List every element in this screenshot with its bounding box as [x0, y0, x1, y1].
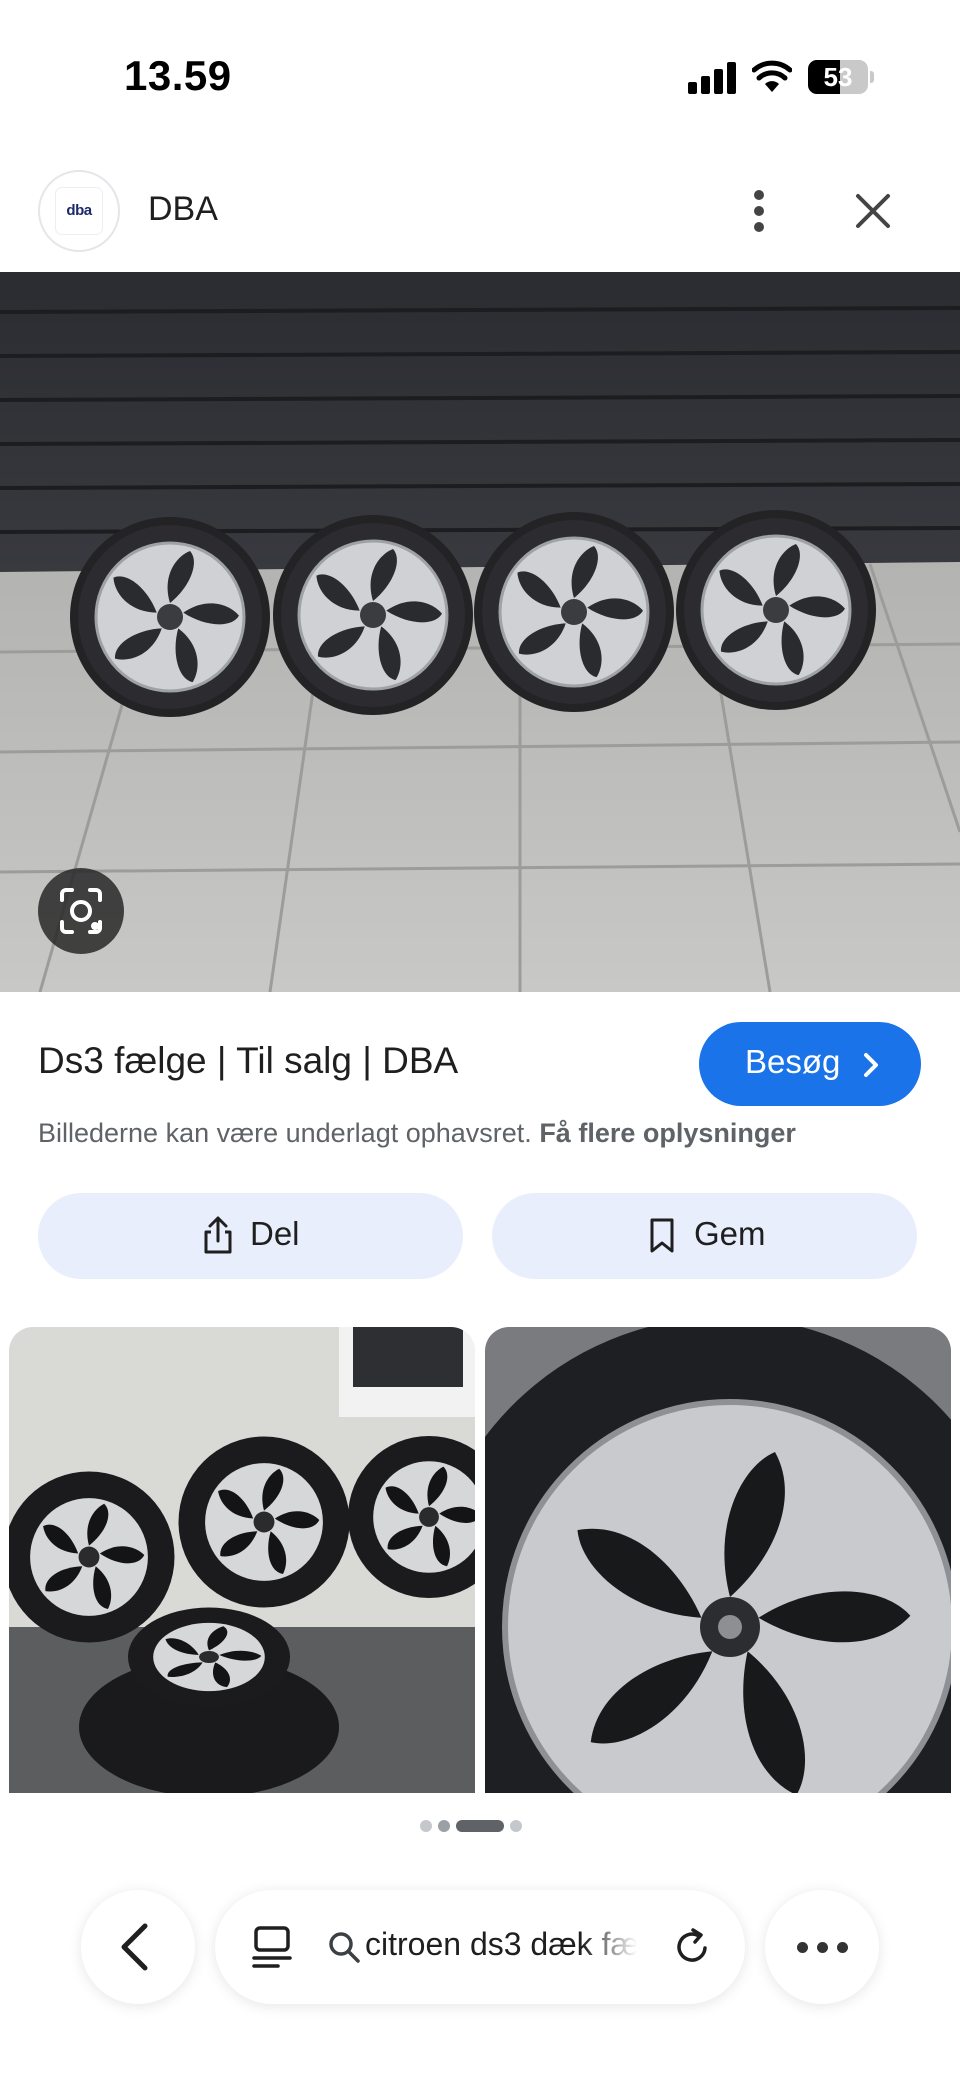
more-info-link[interactable]: Få flere oplysninger	[539, 1118, 796, 1148]
copyright-notice: Billederne kan være underlagt ophavsret.…	[38, 1118, 796, 1149]
camera-lens-icon	[60, 888, 102, 934]
chevron-left-icon	[121, 1923, 148, 1971]
close-icon[interactable]	[850, 188, 896, 234]
menu-button[interactable]	[765, 1890, 879, 2004]
bottom-toolbar: citroen ds3 dæk fælge	[0, 1890, 960, 2010]
save-button[interactable]: Gem	[492, 1193, 917, 1279]
main-image[interactable]	[0, 272, 960, 992]
related-wheel-closeup-photo	[485, 1327, 951, 1793]
reload-icon[interactable]	[671, 1926, 713, 1968]
pager-dot-active	[456, 1820, 504, 1832]
tabs-icon	[252, 1926, 292, 1968]
related-image[interactable]	[9, 1327, 475, 1793]
save-label: Gem	[694, 1215, 766, 1252]
back-button[interactable]	[81, 1890, 195, 2004]
search-icon	[329, 1932, 360, 1963]
carousel-pager	[420, 1814, 540, 1834]
battery-level: 53	[823, 62, 853, 92]
visit-button[interactable]: Besøg	[699, 1022, 921, 1106]
wifi-icon	[752, 60, 792, 92]
related-wheels-photo	[9, 1327, 475, 1793]
chevron-right-icon	[864, 1053, 878, 1077]
wheels-photo	[0, 272, 960, 992]
related-image[interactable]	[485, 1327, 951, 1793]
result-header: dba DBA	[0, 160, 960, 270]
more-horizontal-icon	[797, 1942, 808, 1953]
site-logo[interactable]: dba	[38, 170, 120, 252]
copyright-text: Billederne kan være underlagt ophavsret.	[38, 1118, 532, 1148]
bookmark-icon	[650, 1218, 674, 1253]
share-icon	[204, 1216, 232, 1254]
lens-button[interactable]	[38, 868, 124, 954]
pager-dot	[438, 1820, 450, 1832]
visit-label: Besøg	[745, 1043, 841, 1080]
search-query: citroen ds3 dæk fælge	[365, 1926, 637, 1962]
share-label: Del	[250, 1215, 300, 1252]
status-time: 13.59	[124, 52, 232, 99]
search-bar[interactable]: citroen ds3 dæk fælge	[215, 1890, 745, 2004]
more-options-icon[interactable]	[744, 188, 774, 234]
site-name[interactable]: DBA	[148, 190, 218, 229]
status-bar: 13.59 53	[0, 0, 960, 150]
site-logo-text: dba	[66, 202, 92, 219]
pager-dot	[420, 1820, 432, 1832]
battery-icon: 53	[808, 60, 874, 94]
pager-dot	[510, 1820, 522, 1832]
share-button[interactable]: Del	[38, 1193, 463, 1279]
cellular-signal-icon	[688, 62, 736, 94]
result-title[interactable]: Ds3 fælge | Til salg | DBA	[38, 1040, 458, 1082]
